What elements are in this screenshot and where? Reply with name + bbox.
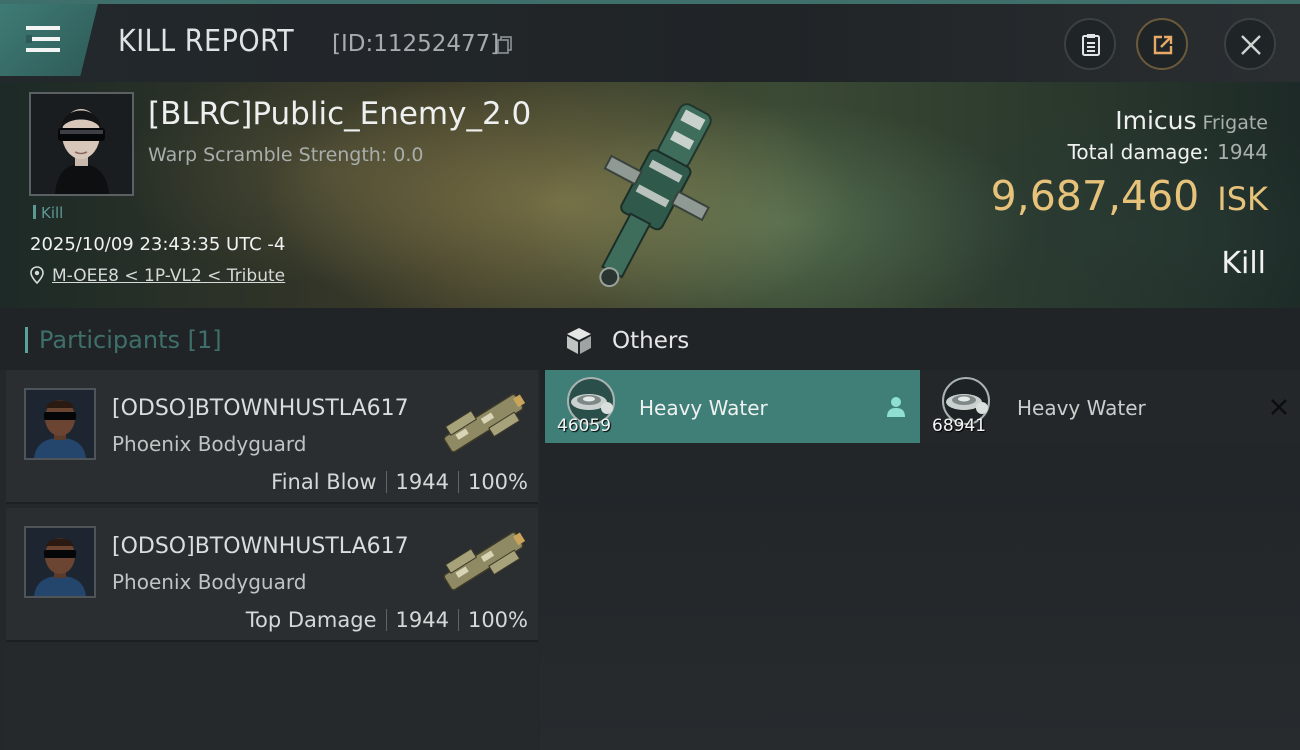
menu-icon-bar	[26, 48, 60, 52]
participants-empty-area	[6, 646, 538, 750]
stat-divider	[457, 609, 459, 631]
copy-icon[interactable]	[497, 36, 513, 54]
share-button[interactable]	[1136, 18, 1188, 70]
participant-damage: 1944	[395, 608, 449, 632]
stat-divider	[385, 471, 387, 493]
kill-result: Kill	[1221, 246, 1266, 281]
kill-timestamp: 2025/10/09 23:43:35 UTC -4	[30, 234, 286, 255]
participant-stats: Final Blow 1944 100%	[271, 470, 528, 494]
close-button[interactable]	[1224, 18, 1276, 70]
location-pin-icon	[30, 266, 44, 284]
page-title: KILL REPORT	[118, 24, 295, 59]
clipboard-icon	[1082, 34, 1100, 56]
kill-tag: Kill	[33, 204, 63, 222]
item-quantity: 68941	[932, 416, 987, 436]
participant-portrait	[26, 528, 94, 596]
participant-row[interactable]: [ODSO]BTOWNHUSTLA617 Phoenix Bodyguard F…	[6, 370, 538, 504]
participant-damage: 1944	[395, 470, 449, 494]
kill-tag-label: Kill	[41, 204, 64, 222]
others-panel: Others 46059 Heavy Water 68941 Heavy Wat…	[540, 308, 1300, 750]
close-icon[interactable]	[1270, 398, 1288, 416]
participants-accent	[25, 327, 28, 353]
participants-header: Participants [1]	[0, 308, 540, 370]
stat-divider	[385, 609, 387, 631]
top-accent-line	[0, 0, 1300, 4]
victim-portrait	[31, 94, 132, 194]
loot-item[interactable]: 68941 Heavy Water	[920, 370, 1300, 443]
victim-ship-name: Imicus	[1115, 106, 1197, 135]
victim-avatar[interactable]	[29, 92, 134, 196]
victim-ship-image	[599, 103, 712, 288]
share-icon	[1153, 35, 1173, 55]
isk-unit: ISK	[1217, 180, 1268, 218]
participant-name: [ODSO]BTOWNHUSTLA617	[112, 396, 409, 421]
victim-ship-class: Frigate	[1202, 112, 1268, 134]
item-name: Heavy Water	[1017, 396, 1146, 420]
kill-location: M-OEE8 < 1P-VL2 < Tribute	[52, 266, 286, 286]
menu-icon	[26, 26, 60, 30]
warp-scramble-strength: Warp Scramble Strength: 0.0	[148, 144, 424, 166]
loot-item[interactable]: 46059 Heavy Water	[545, 370, 920, 443]
report-id: [ID:11252477]	[332, 31, 500, 57]
participant-stats: Top Damage 1944 100%	[246, 608, 528, 632]
stat-divider	[457, 471, 459, 493]
participant-ship-image	[443, 393, 526, 453]
others-header: Others	[540, 308, 1300, 370]
participant-name: [ODSO]BTOWNHUSTLA617	[112, 534, 409, 559]
participant-role: Final Blow	[271, 470, 377, 494]
kill-location-link[interactable]: M-OEE8 < 1P-VL2 < Tribute	[30, 266, 285, 286]
person-icon[interactable]	[886, 396, 906, 418]
clipboard-button[interactable]	[1064, 18, 1116, 70]
participants-panel: Participants [1] [ODSO]BTOWNHUSTLA617 Ph…	[0, 308, 540, 750]
participant-portrait	[26, 390, 94, 458]
victim-banner: [BLRC]Public_Enemy_2.0 Warp Scramble Str…	[0, 82, 1300, 308]
victim-name[interactable]: [BLRC]Public_Enemy_2.0	[148, 96, 531, 132]
participant-role: Top Damage	[245, 608, 377, 632]
participant-percent: 100%	[467, 608, 528, 632]
kill-tag-marker	[33, 205, 36, 219]
menu-button[interactable]	[0, 4, 98, 76]
participant-percent: 100%	[467, 470, 528, 494]
total-damage-value: 1944	[1217, 140, 1268, 164]
menu-icon-notch	[26, 35, 32, 43]
isk-amount: 9,687,460	[990, 172, 1200, 220]
victim-ship[interactable]: Imicus Frigate	[1115, 106, 1268, 135]
item-name: Heavy Water	[639, 396, 768, 420]
participant-row[interactable]: [ODSO]BTOWNHUSTLA617 Phoenix Bodyguard T…	[6, 508, 538, 642]
participant-avatar[interactable]	[24, 526, 96, 598]
isk-loss: 9,687,460 ISK	[991, 172, 1268, 220]
total-damage-label: Total damage:	[1067, 140, 1210, 164]
cube-icon	[567, 328, 591, 354]
participants-title[interactable]: Participants [1]	[39, 326, 222, 354]
participant-ship: Phoenix Bodyguard	[112, 432, 307, 456]
top-bar: KILL REPORT [ID:11252477]	[0, 0, 1300, 82]
participant-avatar[interactable]	[24, 388, 96, 460]
item-quantity: 46059	[557, 416, 612, 436]
close-icon	[1241, 35, 1261, 55]
others-title: Others	[612, 328, 690, 354]
total-damage: Total damage: 1944	[1068, 140, 1268, 164]
participant-ship-image	[443, 531, 526, 591]
participant-ship: Phoenix Bodyguard	[112, 570, 307, 594]
